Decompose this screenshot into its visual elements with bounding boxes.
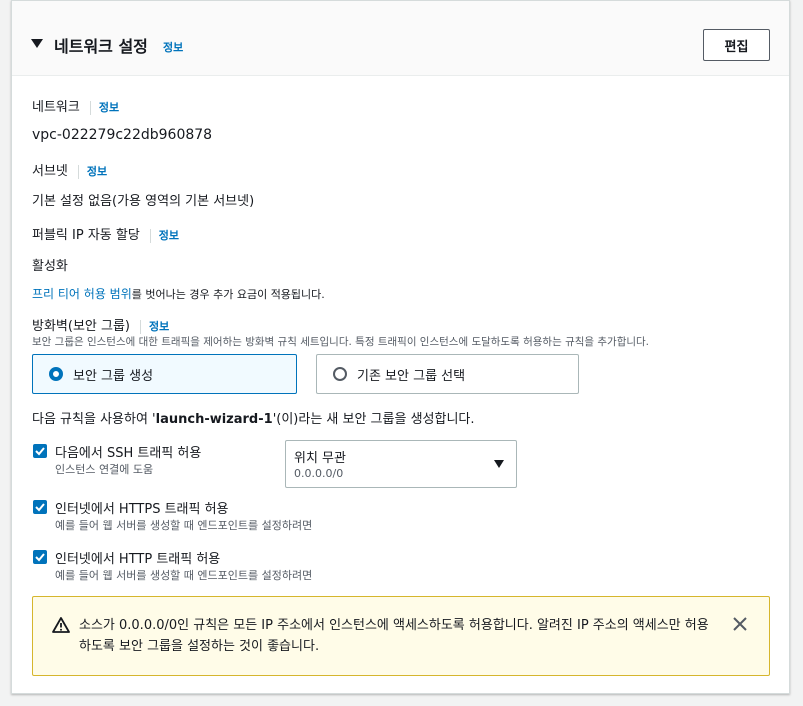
rules-intro: 다음 규칙을 사용하여 'launch-wizard-1'(이)라는 새 보안 … <box>32 408 475 427</box>
divider <box>77 164 79 179</box>
alert-message: 소스가 0.0.0.0/0인 규칙은 모든 IP 주소에서 인스턴스에 액세스하… <box>79 618 709 654</box>
firewall-label: 방화벽(보안 그룹) <box>32 319 130 334</box>
public-ip-label-row: 퍼블릭 IP 자동 할당 정보 <box>32 224 179 243</box>
ssh-rule-hint: 인스턴스 연결에 도움 <box>55 463 154 476</box>
close-icon[interactable] <box>731 615 749 633</box>
subnet-value: 기본 설정 없음(가용 영역의 기본 서브넷) <box>32 194 255 209</box>
ssh-source-sub: 0.0.0.0/0 <box>294 467 344 480</box>
check-icon <box>35 553 45 562</box>
radio-selected-icon[interactable] <box>49 367 63 381</box>
ssh-checkbox[interactable] <box>33 444 47 458</box>
warning-icon <box>52 617 70 633</box>
http-rule-hint: 예를 들어 웹 서버를 생성할 때 엔드포인트를 설정하려면 <box>55 569 313 582</box>
select-existing-group-label: 기존 보안 그룹 선택 <box>357 368 466 384</box>
network-label-row: 네트워크 정보 <box>32 96 119 115</box>
subnet-label: 서브넷 <box>32 164 68 179</box>
http-checkbox[interactable] <box>33 550 47 564</box>
create-security-group-option[interactable]: 보안 그룹 생성 <box>32 354 297 394</box>
public-ip-label: 퍼블릭 IP 자동 할당 <box>32 228 140 243</box>
divider <box>89 100 91 115</box>
ssh-source-value: 위치 무관 <box>294 451 346 466</box>
security-group-name: launch-wizard-1 <box>155 412 273 427</box>
divider <box>149 228 151 243</box>
create-security-group-label: 보안 그룹 생성 <box>73 368 154 384</box>
divider <box>140 319 141 334</box>
firewall-label-row: 방화벽(보안 그룹) 정보 <box>32 315 169 334</box>
https-checkbox[interactable] <box>33 500 47 514</box>
title-info-link[interactable]: 정보 <box>163 39 183 55</box>
dropdown-caret-icon <box>494 460 504 468</box>
public-ip-info-link[interactable]: 정보 <box>159 229 179 242</box>
network-settings-panel: 네트워크 설정 정보 편집 네트워크 정보 vpc-022279c22db9608… <box>11 0 790 694</box>
ssh-source-select[interactable]: 위치 무관 0.0.0.0/0 <box>285 440 517 488</box>
subnet-info-link[interactable]: 정보 <box>87 165 107 178</box>
free-tier-link[interactable]: 프리 티어 허용 범위 <box>32 287 132 301</box>
free-tier-note: 프리 티어 허용 범위를 벗어나는 경우 추가 요금이 적용됩니다. <box>32 285 325 302</box>
subnet-label-row: 서브넷 정보 <box>32 160 107 179</box>
radio-unselected-icon[interactable] <box>333 367 347 381</box>
check-icon <box>35 447 45 456</box>
caret-down-icon[interactable] <box>31 39 43 48</box>
network-info-link[interactable]: 정보 <box>99 101 119 114</box>
panel-header: 네트워크 설정 정보 편집 <box>12 1 789 76</box>
public-ip-value: 활성화 <box>32 259 68 274</box>
https-rule-label: 인터넷에서 HTTPS 트래픽 허용 <box>55 502 229 517</box>
panel-title[interactable]: 네트워크 설정 <box>54 33 148 57</box>
rules-intro-suffix: '(이)라는 새 보안 그룹을 생성합니다. <box>272 412 475 427</box>
warning-alert: 소스가 0.0.0.0/0인 규칙은 모든 IP 주소에서 인스턴스에 액세스하… <box>32 596 770 676</box>
free-tier-text: 를 벗어나는 경우 추가 요금이 적용됩니다. <box>131 288 325 301</box>
http-rule-label: 인터넷에서 HTTP 트래픽 허용 <box>55 552 221 567</box>
select-existing-group-option[interactable]: 기존 보안 그룹 선택 <box>316 354 579 394</box>
rules-intro-prefix: 다음 규칙을 사용하여 ' <box>32 412 156 427</box>
ssh-rule-label: 다음에서 SSH 트래픽 허용 <box>55 446 202 461</box>
edit-button[interactable]: 편집 <box>703 29 770 61</box>
firewall-info-link[interactable]: 정보 <box>149 320 169 333</box>
firewall-description: 보안 그룹은 인스턴스에 대한 트래픽을 제어하는 방화벽 규칙 세트입니다. … <box>32 336 650 348</box>
https-rule-hint: 예를 들어 웹 서버를 생성할 때 엔드포인트를 설정하려면 <box>55 519 313 532</box>
network-label: 네트워크 <box>32 100 80 115</box>
check-icon <box>35 503 45 512</box>
network-value: vpc-022279c22db960878 <box>32 127 213 143</box>
